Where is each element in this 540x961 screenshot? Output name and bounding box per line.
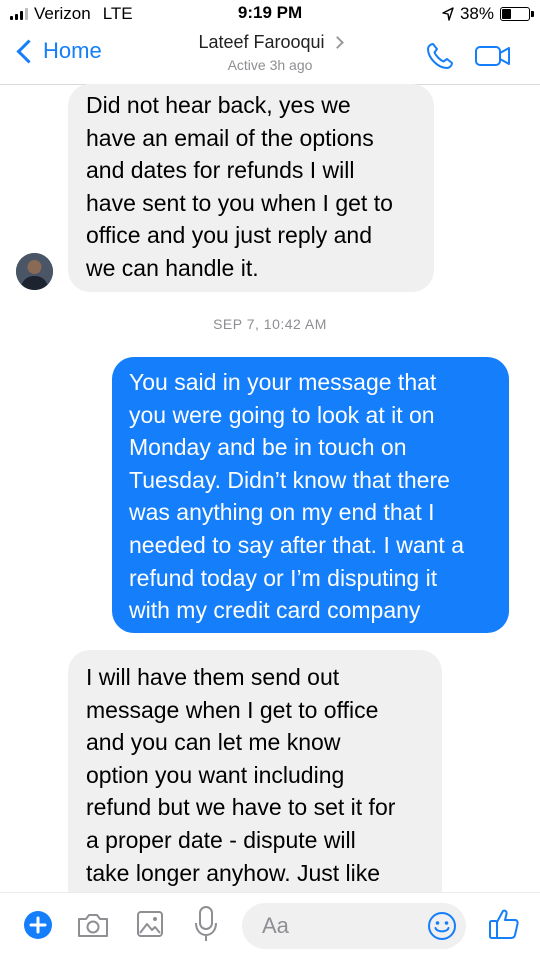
video-camera-icon[interactable] — [474, 42, 512, 70]
message-line: have sent to you when I get to — [86, 189, 393, 216]
message-line: Did not hear back, yes we — [86, 92, 351, 118]
contact-name: Lateef Farooqui — [198, 32, 325, 52]
avatar-image — [16, 253, 53, 290]
message-line: option you want including — [86, 761, 345, 788]
battery-percent: 38% — [459, 4, 494, 23]
message-line: office and you just reply and — [86, 222, 372, 249]
image-icon[interactable] — [136, 909, 164, 939]
message-line: you were going to look at it on — [129, 401, 435, 428]
message-line: a proper date - dispute will — [86, 826, 356, 853]
message-composer: Aa — [0, 892, 540, 961]
contact-status: Active 3h ago — [227, 57, 313, 73]
battery-icon — [500, 7, 534, 21]
outgoing-message-bubble[interactable]: You said in your message that you were g… — [112, 357, 509, 633]
emoji-icon[interactable] — [427, 911, 457, 941]
message-line: message when I get to office — [86, 696, 379, 723]
message-line: take longer anyhow. Just like — [86, 859, 381, 886]
microphone-icon[interactable] — [194, 905, 218, 943]
message-line: Tuesday. Didn’t know that there — [129, 466, 450, 493]
message-line: I will have them send out — [86, 664, 340, 690]
message-line: You said in your message that — [129, 369, 437, 395]
camera-icon[interactable] — [76, 911, 110, 939]
contact-avatar[interactable] — [16, 253, 53, 290]
conversation-header: Home Lateef Farooqui Active 3h ago — [0, 28, 540, 85]
battery-fill — [502, 9, 512, 19]
contact-info[interactable]: Lateef Farooqui Active 3h ago — [0, 32, 540, 73]
message-input-placeholder: Aa — [262, 913, 289, 938]
message-line: was anything on my end that I — [129, 499, 435, 526]
incoming-message-bubble[interactable]: I will have them send out message when I… — [68, 650, 442, 910]
message-line: and you can let me know — [86, 729, 341, 756]
message-line: Monday and be in touch on — [129, 434, 407, 461]
message-line: refund today or I’m disputing it — [129, 564, 438, 591]
message-line: have an email of the options — [86, 124, 374, 151]
message-line: needed to say after that. I want a — [129, 531, 464, 558]
plus-icon[interactable] — [23, 910, 53, 940]
phone-icon[interactable] — [424, 40, 456, 72]
location-arrow-icon — [442, 7, 454, 21]
message-line: refund but we have to set it for — [86, 794, 396, 821]
message-timestamp: SEP 7, 10:42 AM — [213, 316, 327, 332]
message-line: and dates for refunds I will — [86, 157, 355, 184]
thumbs-up-icon[interactable] — [488, 907, 520, 941]
chevron-right-icon — [330, 36, 344, 49]
incoming-message-bubble[interactable]: Did not hear back, yes we have an email … — [68, 84, 434, 292]
message-line: with my credit card company — [129, 597, 421, 624]
message-line: we can handle it. — [86, 254, 259, 281]
status-bar: Verizon LTE 9:19 PM 38% — [0, 0, 540, 28]
status-right: 38% — [442, 4, 534, 24]
